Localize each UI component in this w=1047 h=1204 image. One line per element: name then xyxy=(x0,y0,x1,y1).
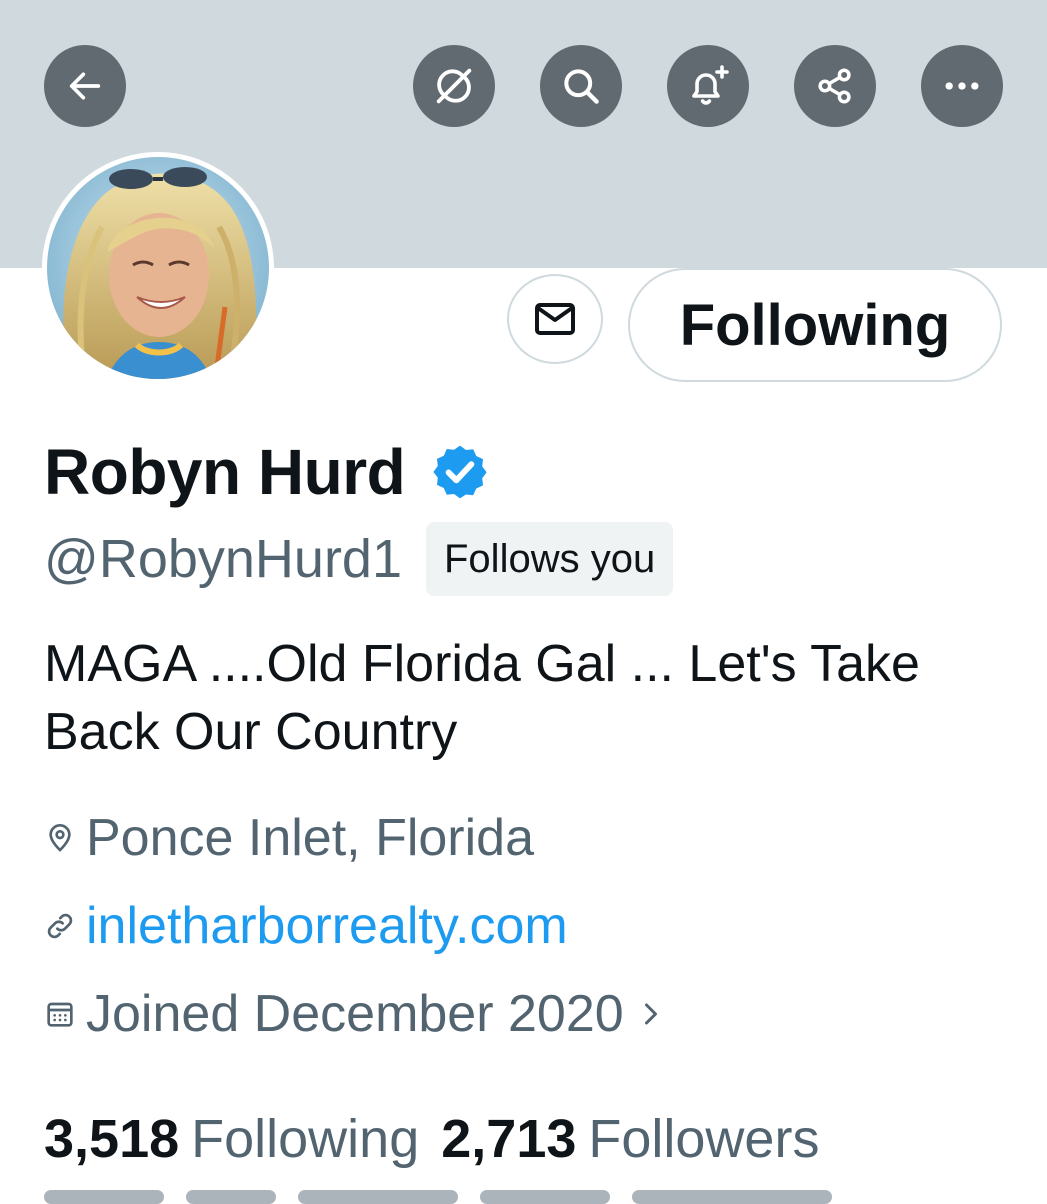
follows-you-badge: Follows you xyxy=(426,522,674,596)
handle-row: @RobynHurd1 Follows you xyxy=(44,522,674,596)
link-icon xyxy=(44,910,80,942)
grok-icon xyxy=(436,68,472,104)
share-icon xyxy=(818,68,851,104)
grok-button[interactable] xyxy=(413,45,495,127)
more-options-button[interactable] xyxy=(921,45,1003,127)
joined-text: Joined December 2020 xyxy=(86,985,624,1043)
back-button[interactable] xyxy=(44,45,126,127)
share-button[interactable] xyxy=(794,45,876,127)
profile-photo xyxy=(47,157,269,379)
followers-stat[interactable]: 2,713 Followers xyxy=(441,1108,819,1170)
chevron-right-icon xyxy=(640,999,662,1029)
more-icon xyxy=(945,82,979,90)
followed-by-row-cutoff xyxy=(44,1190,1004,1204)
followers-label: Followers xyxy=(588,1109,820,1169)
joined-row[interactable]: Joined December 2020 xyxy=(44,982,662,1046)
following-count: 3,518 xyxy=(44,1109,180,1169)
notifications-button[interactable] xyxy=(667,45,749,127)
website-link[interactable]: inletharborrealty.com xyxy=(86,896,568,956)
profile-bio: MAGA ....Old Florida Gal ... Let's Take … xyxy=(44,635,920,761)
location-text: Ponce Inlet, Florida xyxy=(86,809,535,867)
message-button[interactable] xyxy=(507,274,603,364)
following-label: Following xyxy=(191,1109,420,1169)
arrow-left-icon xyxy=(69,72,101,100)
following-stat[interactable]: 3,518 Following xyxy=(44,1108,419,1170)
verified-badge-icon[interactable] xyxy=(429,441,491,503)
location-row: Ponce Inlet, Florida xyxy=(44,806,534,870)
display-name: Robyn Hurd xyxy=(44,436,406,508)
following-button[interactable]: Following xyxy=(628,268,1002,382)
search-icon xyxy=(564,69,599,104)
search-button[interactable] xyxy=(540,45,622,127)
envelope-icon xyxy=(535,303,575,335)
followers-count: 2,713 xyxy=(441,1109,577,1169)
location-pin-icon xyxy=(44,822,80,854)
display-name-row: Robyn Hurd xyxy=(44,432,491,512)
username-handle: @RobynHurd1 xyxy=(44,529,402,589)
website-row: inletharborrealty.com xyxy=(44,894,568,958)
avatar[interactable] xyxy=(42,152,274,384)
bell-plus-icon xyxy=(692,65,729,105)
follow-stats: 3,518 Following 2,713 Followers xyxy=(44,1106,819,1172)
calendar-icon xyxy=(44,998,80,1030)
